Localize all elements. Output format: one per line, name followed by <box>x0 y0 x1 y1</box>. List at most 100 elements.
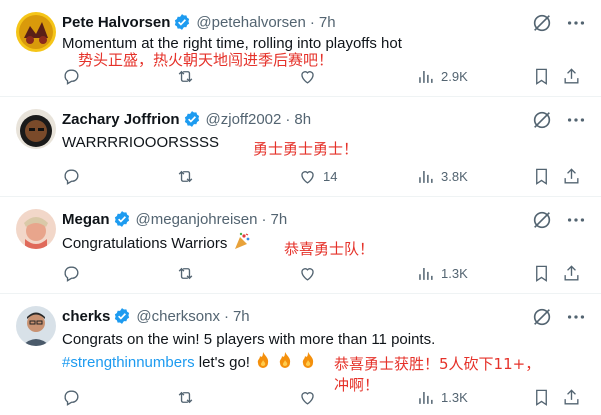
repost-icon <box>178 70 193 82</box>
post-4[interactable]: cherks @cherksonx · 7h Congrats on the w… <box>0 294 601 415</box>
view-count: 3.8K <box>441 168 468 184</box>
reply-icon <box>64 389 79 406</box>
fire-emoji <box>299 351 317 375</box>
repost-icon <box>178 391 193 403</box>
views-button[interactable]: 1.3K <box>416 385 468 409</box>
view-count: 1.3K <box>441 265 468 281</box>
repost-icon <box>178 267 193 279</box>
grok-icon[interactable] <box>531 12 553 34</box>
heart-icon <box>301 70 314 84</box>
view-count: 2.9K <box>441 68 468 84</box>
like-button[interactable] <box>298 64 323 88</box>
post-3[interactable]: Megan @meganjohreisen · 7h Congratulatio… <box>0 197 601 294</box>
author-handle[interactable]: @petehalvorsen <box>196 14 305 31</box>
heart-icon <box>301 391 314 405</box>
more-icon[interactable] <box>565 209 587 231</box>
author-name[interactable]: cherks <box>62 308 110 325</box>
hashtag-link[interactable]: #strengthinnumbers <box>62 354 195 371</box>
views-button[interactable]: 1.3K <box>416 261 468 285</box>
author-name[interactable]: Megan <box>62 211 110 228</box>
post-1[interactable]: Pete Halvorsen @petehalvorsen · 7h Momen… <box>0 0 601 97</box>
views-icon <box>419 267 433 280</box>
translation-annotation: 恭喜勇士队！ <box>284 240 375 258</box>
reply-button[interactable] <box>62 64 87 88</box>
action-bar: 1.3K <box>62 385 587 409</box>
bookmark-button[interactable] <box>532 385 551 409</box>
post-time[interactable]: 7h <box>270 211 287 228</box>
grok-icon[interactable] <box>531 209 553 231</box>
confetti-emoji <box>232 232 252 256</box>
grok-icon[interactable] <box>531 109 553 131</box>
verified-badge-icon <box>173 13 191 31</box>
repost-icon <box>178 170 193 182</box>
separator-dot: · <box>309 13 315 31</box>
views-button[interactable]: 3.8K <box>416 164 468 188</box>
repost-button[interactable] <box>176 385 201 409</box>
bookmark-button[interactable] <box>532 164 551 188</box>
grok-icon[interactable] <box>531 306 553 328</box>
avatar[interactable] <box>16 209 56 249</box>
repost-button[interactable] <box>176 164 201 188</box>
share-icon <box>564 264 579 281</box>
more-icon[interactable] <box>565 109 587 131</box>
translation-annotation: 勇士勇士勇士！ <box>253 140 359 158</box>
bookmark-button[interactable] <box>532 261 551 285</box>
post-text: WARRRRIOOORSSSS <box>62 134 219 151</box>
separator-dot: · <box>261 210 267 228</box>
share-icon <box>564 167 579 184</box>
post-time[interactable]: 7h <box>319 14 336 31</box>
fire-emoji <box>254 351 272 375</box>
action-bar: 1.3K <box>62 261 587 285</box>
views-icon <box>419 391 433 404</box>
views-icon <box>419 170 433 183</box>
views-button[interactable]: 2.9K <box>416 64 468 88</box>
post-time[interactable]: 7h <box>233 308 250 325</box>
author-handle[interactable]: @zjoff2002 <box>206 111 282 128</box>
like-button[interactable] <box>298 385 323 409</box>
post-text: Congratulations Warriors <box>62 234 228 252</box>
author-handle[interactable]: @cherksonx <box>136 308 220 325</box>
heart-icon <box>301 267 314 281</box>
share-button[interactable] <box>562 164 581 188</box>
repost-button[interactable] <box>176 64 201 88</box>
reply-button[interactable] <box>62 261 87 285</box>
bookmark-icon <box>536 265 547 282</box>
avatar[interactable] <box>16 109 56 149</box>
bookmark-icon <box>536 389 547 406</box>
views-icon <box>419 70 433 83</box>
post-time[interactable]: 8h <box>294 111 311 128</box>
action-bar: 2.9K <box>62 64 587 88</box>
separator-dot: · <box>285 110 291 128</box>
view-count: 1.3K <box>441 389 468 405</box>
bookmark-button[interactable] <box>532 64 551 88</box>
reply-icon <box>64 168 79 185</box>
fire-emoji <box>276 351 294 375</box>
post-text-line-2: #strengthinnumbers let's go! <box>62 351 317 375</box>
avatar[interactable] <box>16 306 56 346</box>
reply-button[interactable] <box>62 385 87 409</box>
avatar[interactable] <box>16 12 56 52</box>
heart-icon <box>301 170 314 184</box>
share-icon <box>564 388 579 405</box>
share-button[interactable] <box>562 261 581 285</box>
like-button[interactable]: 14 <box>298 164 337 188</box>
verified-badge-icon <box>113 210 131 228</box>
author-name[interactable]: Pete Halvorsen <box>62 14 170 31</box>
like-button[interactable] <box>298 261 323 285</box>
separator-dot: · <box>223 307 229 325</box>
repost-button[interactable] <box>176 261 201 285</box>
more-icon[interactable] <box>565 306 587 328</box>
share-icon <box>564 67 579 84</box>
post-2[interactable]: Zachary Joffrion @zjoff2002 · 8h WARRRRI… <box>0 97 601 197</box>
share-button[interactable] <box>562 64 581 88</box>
more-icon[interactable] <box>565 12 587 34</box>
bookmark-icon <box>536 168 547 185</box>
share-button[interactable] <box>562 385 581 409</box>
author-handle[interactable]: @meganjohreisen <box>136 211 258 228</box>
like-count: 14 <box>323 168 338 184</box>
author-name[interactable]: Zachary Joffrion <box>62 111 180 128</box>
reply-button[interactable] <box>62 164 87 188</box>
post-text-line-1: Congrats on the win! 5 players with more… <box>62 331 436 348</box>
reply-icon <box>64 68 79 85</box>
translation-annotation-line-1: 恭喜勇士获胜！5人砍下11+， <box>334 355 541 373</box>
